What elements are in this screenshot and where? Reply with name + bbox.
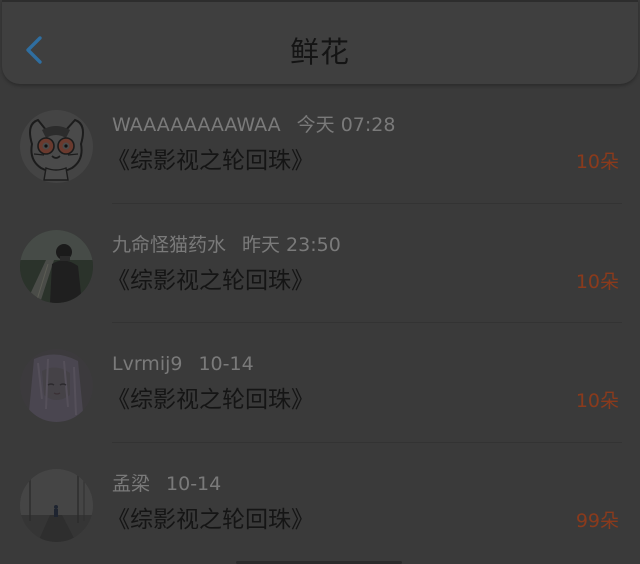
navigation-bar: 鲜花 [2,0,638,84]
timestamp: 今天 07:28 [296,114,396,136]
username[interactable]: 九命怪猫药水 [112,234,226,256]
flower-amount: 10朵 [575,390,619,412]
list-item[interactable]: Lvrmij9 10-14 《综影视之轮回珠》 10朵 [0,323,640,443]
book-title[interactable]: 《综影视之轮回珠》 [107,382,314,418]
timestamp: 10-14 [166,472,222,495]
book-title[interactable]: 《综影视之轮回珠》 [107,143,314,179]
avatar[interactable] [20,349,93,422]
item-meta: Lvrmij9 10-14 [112,351,254,377]
cartoon-cat-avatar-image [20,110,93,183]
item-meta: 孟梁 10-14 [112,471,221,497]
road-photo-avatar-image [20,229,93,303]
book-title[interactable]: 《综影视之轮回珠》 [107,502,314,538]
flower-amount: 99朵 [575,509,619,532]
username[interactable]: Lvrmij9 [112,353,182,375]
avatar[interactable] [20,110,93,183]
timestamp: 昨天 23:50 [242,233,341,256]
flower-gift-list: WAAAAAAAAWAA 今天 07:28 《综影视之轮回珠》 10朵 九命怪猫药… [0,84,640,562]
anime-girl-avatar-image [20,349,93,422]
avatar[interactable] [20,468,93,542]
username[interactable]: WAAAAAAAAWAA [112,114,281,136]
item-meta: WAAAAAAAAWAA 今天 07:28 [112,112,395,138]
page-title: 鲜花 [289,35,350,69]
misty-road-avatar-image [20,468,93,542]
timestamp: 10-14 [198,353,254,375]
list-item[interactable]: 九命怪猫药水 昨天 23:50 《综影视之轮回珠》 10朵 [0,204,640,323]
book-title[interactable]: 《综影视之轮回珠》 [107,263,314,299]
flower-amount: 10朵 [575,270,619,293]
avatar[interactable] [20,229,93,303]
username[interactable]: 孟梁 [112,473,150,495]
item-meta: 九命怪猫药水 昨天 23:50 [112,232,341,258]
list-item[interactable]: 孟梁 10-14 《综影视之轮回珠》 99朵 [0,443,640,563]
flower-amount: 10朵 [575,151,619,173]
list-item[interactable]: WAAAAAAAAWAA 今天 07:28 《综影视之轮回珠》 10朵 [0,84,640,204]
